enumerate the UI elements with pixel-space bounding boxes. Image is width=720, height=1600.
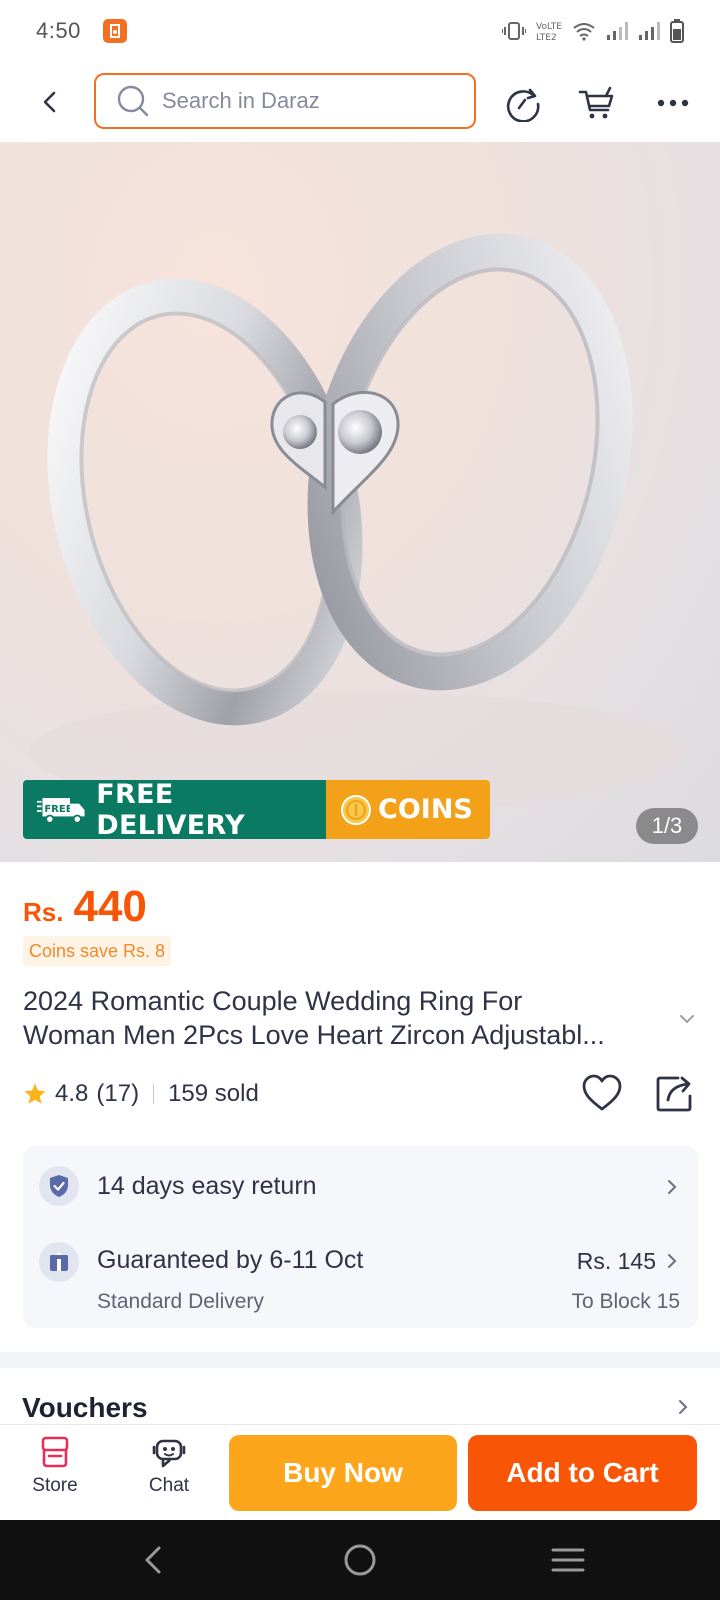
coin-icon: [341, 794, 371, 825]
free-delivery-label: FREE DELIVERY: [96, 780, 245, 839]
star-icon: [24, 1083, 46, 1104]
image-counter: 1/3: [636, 808, 698, 844]
section-divider: [0, 1352, 720, 1368]
promo-badges: FREE FREE DELIVERY COINS: [23, 780, 490, 839]
delivery-chevron-icon: [668, 1254, 677, 1268]
return-shield-badge: [39, 1166, 79, 1206]
product-title[interactable]: 2024 Romantic Couple Wedding Ring For Wo…: [23, 984, 663, 1052]
battery-icon: [670, 19, 684, 43]
more-button[interactable]: [652, 82, 694, 124]
coins-save-tag: Coins save Rs. 8: [23, 936, 172, 966]
delivery-row[interactable]: Guaranteed by 6-11 Oct Standard Delivery…: [23, 1228, 698, 1328]
price: Rs. 440: [23, 882, 147, 932]
rating-count: (17): [96, 1080, 140, 1107]
return-chevron-icon: [668, 1180, 677, 1194]
back-button[interactable]: [30, 82, 70, 122]
status-icons: VoLTE LTE2: [502, 19, 684, 43]
search-placeholder: Search in Daraz: [162, 88, 320, 113]
system-home-button[interactable]: [338, 1538, 382, 1582]
return-policy-row[interactable]: 14 days easy return: [23, 1146, 698, 1228]
delivery-location: To Block 15: [571, 1290, 680, 1313]
expand-title-chevron-icon[interactable]: [676, 1008, 698, 1030]
return-policy-text: 14 days easy return: [97, 1172, 317, 1200]
svg-text:LTE2: LTE2: [536, 33, 557, 42]
package-icon: [50, 1253, 68, 1271]
store-label: Store: [32, 1475, 78, 1496]
daraz-notification-icon: [102, 19, 127, 43]
couple-rings-image: [30, 233, 690, 812]
signal-icon-2: [639, 22, 660, 40]
product-image-gallery[interactable]: 1/3: [0, 142, 720, 862]
coins-badge: COINS: [326, 780, 490, 839]
delivery-badge: [39, 1242, 79, 1282]
rating-divider: [153, 1084, 155, 1104]
top-header: Search in Daraz: [0, 62, 720, 142]
shield-check-icon: [50, 1175, 68, 1197]
store-button[interactable]: Store: [10, 1435, 100, 1511]
volte-icon: VoLTELTE2: [536, 22, 562, 42]
status-bar: 4:50 VoLTE LTE2: [0, 0, 720, 62]
rating-row[interactable]: 4.8 (17) 159 sold: [23, 1074, 259, 1114]
store-icon: [41, 1436, 69, 1468]
chat-button[interactable]: Chat: [124, 1435, 214, 1511]
cart-button[interactable]: [576, 82, 618, 124]
status-time: 4:50: [36, 18, 81, 43]
heart-icon: [582, 1074, 622, 1111]
vouchers-chevron-icon[interactable]: [674, 1398, 692, 1416]
search-icon: [117, 85, 149, 117]
history-button[interactable]: [502, 82, 544, 124]
system-navigation-bar: [0, 1520, 720, 1600]
chat-bot-icon: [152, 1439, 186, 1468]
back-arrow-icon: [43, 91, 56, 113]
sold-count: 159 sold: [168, 1080, 259, 1107]
free-truck-label: FREE: [44, 803, 72, 814]
vibrate-icon: [502, 22, 526, 40]
wishlist-button[interactable]: [580, 1072, 624, 1116]
wifi-icon: [573, 23, 595, 41]
delivery-type: Standard Delivery: [97, 1290, 264, 1313]
delivery-price: Rs. 145: [576, 1248, 656, 1274]
add-to-cart-button[interactable]: Add to Cart: [468, 1435, 697, 1511]
service-card: 14 days easy return Guaranteed by 6-11 O…: [23, 1146, 698, 1328]
share-button[interactable]: [654, 1072, 698, 1116]
system-back-button[interactable]: [132, 1538, 176, 1582]
vouchers-title[interactable]: Vouchers: [22, 1392, 148, 1424]
free-delivery-badge: FREE FREE DELIVERY: [23, 780, 326, 839]
coins-label: COINS: [378, 794, 473, 825]
chat-label: Chat: [148, 1475, 190, 1496]
bottom-action-bar: Store Chat Buy Now Add to Cart: [0, 1424, 720, 1520]
signal-icon-1: [607, 22, 628, 40]
buy-now-button[interactable]: Buy Now: [229, 1435, 457, 1511]
price-value: 440: [73, 882, 147, 931]
price-currency: Rs.: [23, 897, 64, 927]
delivery-guarantee: Guaranteed by 6-11 Oct: [97, 1246, 364, 1274]
nav-back-icon: [145, 1546, 161, 1574]
nav-home-icon: [344, 1544, 376, 1576]
rating-value: 4.8: [55, 1080, 89, 1107]
more-icon: [657, 99, 689, 107]
search-input[interactable]: Search in Daraz: [94, 73, 476, 129]
share-icon: [656, 1076, 692, 1112]
system-recents-button[interactable]: [546, 1538, 590, 1582]
cart-icon: [578, 86, 614, 119]
nav-menu-icon: [551, 1548, 585, 1572]
delivery-truck-icon: FREE: [37, 797, 85, 824]
product-title-line-1: 2024 Romantic Couple Wedding Ring For: [23, 986, 523, 1016]
product-title-line-2: Woman Men 2Pcs Love Heart Zircon Adjusta…: [23, 1020, 605, 1050]
svg-text:VoLTE: VoLTE: [536, 22, 562, 32]
history-icon: [506, 88, 540, 122]
